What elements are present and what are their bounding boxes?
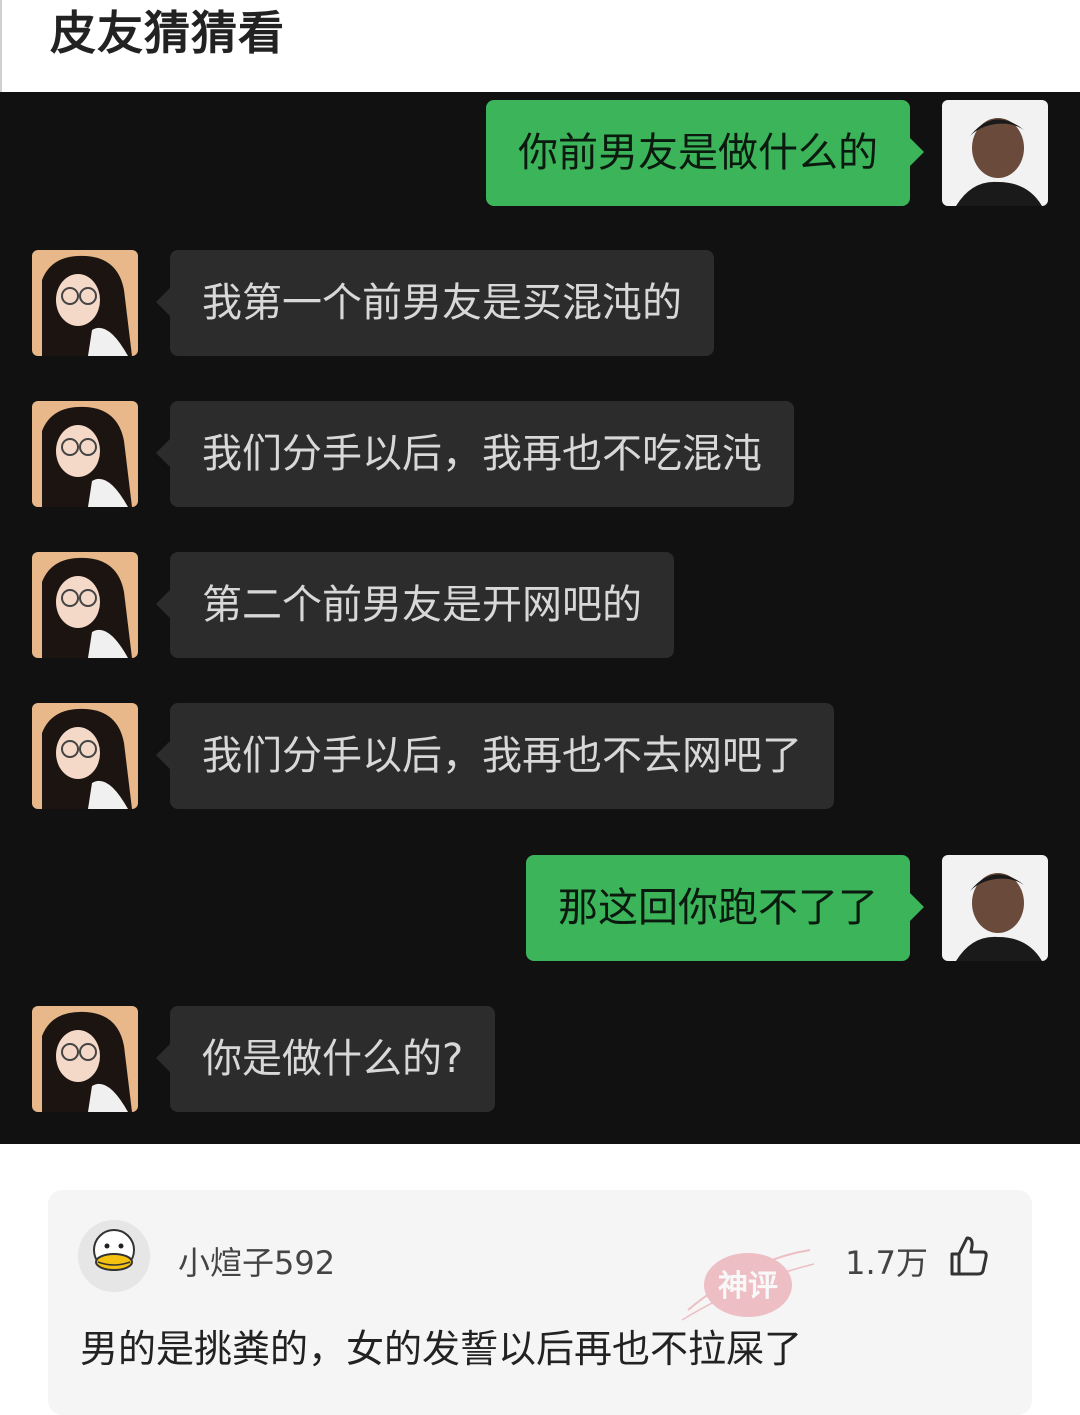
chat-bubble-them: 我们分手以后，我再也不吃混沌: [156, 401, 794, 507]
stamp-text: 神评: [718, 1269, 778, 1304]
like-count: 1.7万: [845, 1244, 928, 1282]
male-avatar: [942, 855, 1048, 961]
chat-bubble-them: 你是做什么的?: [155, 1006, 496, 1112]
chat-bubble-them: 我第一个前男友是买混沌的: [156, 250, 714, 356]
chat-bubble-them: 第二个前男友是开网吧的: [156, 552, 674, 658]
stamp-icon: 神评: [681, 1249, 815, 1321]
chat-bubble-them: 我们分手以后，我再也不去网吧了: [156, 703, 834, 809]
chat-row-them: 第二个前男友是开网吧的: [0, 552, 1080, 658]
duck-face-icon[interactable]: [78, 1220, 150, 1292]
female-avatar: [32, 552, 138, 658]
chat-bubble-me: 那这回你跑不了了: [526, 855, 924, 961]
female-avatar: [32, 250, 138, 356]
comment-username[interactable]: 小煊子592: [178, 1238, 335, 1284]
post-page: 皮友猜猜看 你前男友是做什么的 我第一个前男友是买混沌的 我们分手以后，我再也不…: [0, 0, 1080, 1415]
comment-text: 男的是挑粪的，女的发誓以后再也不拉屎了: [80, 1327, 803, 1371]
chat-row-me: 你前男友是做什么的: [0, 100, 1080, 206]
chat-row-me: 那这回你跑不了了: [0, 855, 1080, 961]
female-avatar: [32, 1006, 138, 1112]
post-title: 皮友猜猜看: [50, 6, 285, 60]
divider: [0, 0, 2, 92]
female-avatar: [32, 401, 138, 507]
chat-row-them: 我第一个前男友是买混沌的: [0, 250, 1080, 356]
chat-bubble-me: 你前男友是做什么的: [486, 100, 924, 206]
female-avatar: [32, 703, 138, 809]
chat-row-them: 我们分手以后，我再也不吃混沌: [0, 401, 1080, 507]
male-avatar: [942, 100, 1048, 206]
thumbs-up-icon[interactable]: [946, 1234, 990, 1278]
chat-row-them: 我们分手以后，我再也不去网吧了: [0, 703, 1080, 809]
chat-row-them: 你是做什么的?: [0, 1006, 1080, 1112]
top-comment[interactable]: 小煊子592 神评 1.7万 男的是挑粪的，女的发誓以后再也不拉屎了: [48, 1190, 1032, 1415]
chat-screenshot[interactable]: 你前男友是做什么的 我第一个前男友是买混沌的 我们分手以后，我再也不吃混沌 第二…: [0, 92, 1080, 1144]
